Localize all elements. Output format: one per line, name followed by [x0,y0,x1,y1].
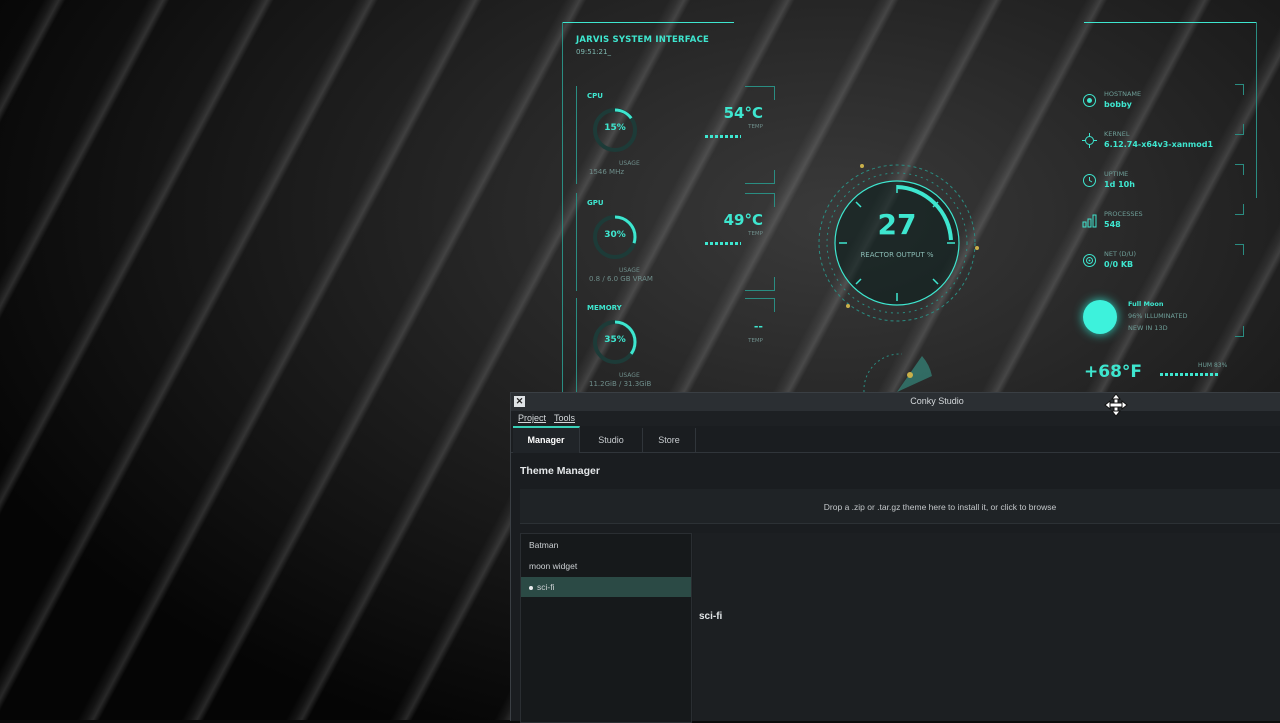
temp-value: -- [753,320,763,333]
title-bar[interactable]: ✕ Conky Studio [511,393,1280,411]
theme-detail-pane: sci-fi [693,533,1280,721]
info-label: UPTIME [1104,170,1129,178]
gear-icon [1082,133,1097,148]
temp-label: TEMP [748,124,763,130]
reactor-label: REACTOR OUTPUT % [860,251,934,259]
card-sub: 1546 MHz [589,168,625,176]
info-label: KERNEL [1104,130,1130,138]
move-cursor-icon [1104,393,1128,417]
temp-value: 54°C [723,104,763,122]
network-icon [1083,254,1096,267]
gauge-value: 30% [604,230,626,240]
system-monitor-panel: JARVIS SYSTEM INTERFACE 09:51:21_ CPU 15… [562,22,778,396]
page-title: Theme Manager [520,465,600,477]
card-label: GPU [587,199,604,207]
theme-list[interactable]: Batman moon widget sci-fi [520,533,692,723]
hostname-info: HOSTNAME bobby [1104,90,1141,109]
uptime-info: UPTIME 1d 10h [1104,170,1135,189]
info-label: NET (D/U) [1104,250,1137,258]
menu-project[interactable]: Project [518,413,546,423]
card-sub: 11.2GiB / 31.3GiB [589,380,652,388]
usage-label: USAGE [619,372,640,379]
reactor-dial [818,164,979,322]
info-value: 1d 10h [1104,180,1135,189]
temp-bar [705,135,741,138]
moon-illumination: 96% ILLUMINATED [1128,312,1188,320]
temp-label: TEMP [748,338,763,344]
cpu-card: CPU 15% USAGE 1546 MHz 54°C TEMP [576,86,777,184]
moon-next: NEW IN 13D [1128,324,1168,332]
processes-info: PROCESSES 548 [1104,210,1143,229]
usage-label: USAGE [619,160,640,167]
card-label: MEMORY [587,304,622,312]
radar-widget [863,353,932,392]
card-label: CPU [587,92,603,100]
target-icon [1083,94,1096,107]
menu-label: Tools [554,413,576,423]
memory-card: MEMORY 35% USAGE 11.2GiB / 31.3GiB -- TE… [576,298,777,396]
gpu-card: GPU 30% USAGE 0.8 / 6.0 GB VRAM 49°C TEM… [576,193,777,291]
info-value: 6.12.74-x64v3-xanmod1 [1104,140,1214,149]
dropzone-text: Drop a .zip or .tar.gz theme here to ins… [823,502,1057,512]
moon-info: Full Moon 96% ILLUMINATED NEW IN 13D [1128,298,1188,334]
tab-bar: Manager Studio Store [511,426,1280,453]
info-label: HOSTNAME [1104,90,1142,98]
tab-studio[interactable]: Studio [580,428,643,452]
hud-clock: 09:51:21_ [576,48,611,56]
weather-temp: +68°F [1084,362,1143,382]
gauge-value: 15% [604,123,626,133]
info-value: 548 [1104,220,1121,229]
list-item-moon-widget[interactable]: moon widget [521,556,691,576]
selected-dot-icon [529,585,533,590]
weather-humidity: HUM 83% [1198,362,1228,369]
usage-label: USAGE [619,267,640,274]
theme-detail-title: sci-fi [699,611,723,622]
humidity-bar [1160,373,1218,376]
reactor-value: 27 [877,208,917,241]
tab-store[interactable]: Store [643,428,696,452]
kernel-info: KERNEL 6.12.74-x64v3-xanmod1 [1104,130,1213,149]
reactor-gauge: 27 REACTOR OUTPUT % [812,158,982,328]
system-info-panel: HOSTNAME bobby KERNEL 6.12.74-x64v3-xanmod… [1070,20,1260,400]
menu-tools[interactable]: Tools [554,413,575,423]
temp-bar [705,242,741,245]
info-value: bobby [1104,100,1132,109]
temp-label: TEMP [748,231,763,237]
bars-icon [1082,214,1097,228]
info-label: PROCESSES [1104,210,1143,218]
window-title: Conky Studio [910,396,964,406]
moon-phase: Full Moon [1128,300,1164,308]
list-item-batman[interactable]: Batman [521,535,691,555]
network-info: NET (D/U) 0/0 KB [1104,250,1136,269]
list-item-label: sci-fi [537,582,555,592]
temp-value: 49°C [723,211,763,229]
conky-studio-window[interactable]: ✕ Conky Studio Project Tools Manager Stu… [510,392,1280,723]
theme-dropzone[interactable]: Drop a .zip or .tar.gz theme here to ins… [520,489,1280,524]
moon-icon [1083,300,1117,334]
frame-line [562,22,734,23]
hud-title: JARVIS SYSTEM INTERFACE [576,35,710,45]
clock-icon [1083,174,1096,187]
tab-manager[interactable]: Manager [513,426,580,453]
gauge-value: 35% [604,335,626,345]
menu-bar: Project Tools [511,411,1280,426]
card-sub: 0.8 / 6.0 GB VRAM [589,275,653,283]
frame-line [562,22,563,394]
info-value: 0/0 KB [1104,260,1134,269]
menu-label: Project [518,413,547,423]
list-item-sci-fi[interactable]: sci-fi [521,577,691,597]
